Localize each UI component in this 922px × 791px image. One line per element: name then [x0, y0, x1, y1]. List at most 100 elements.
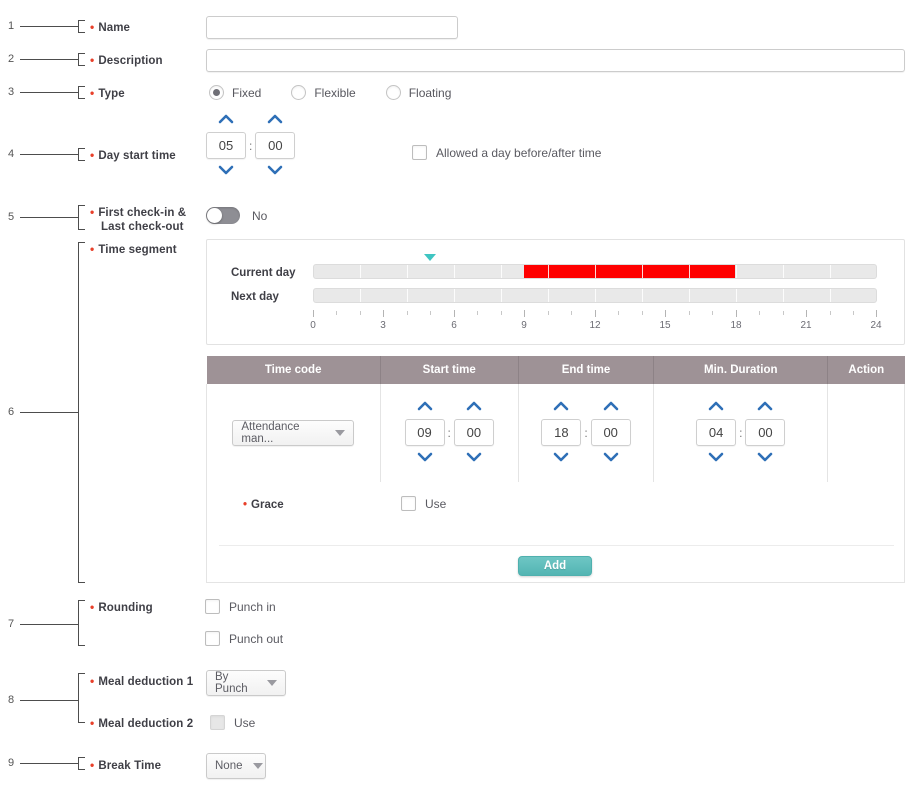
chevron-down-icon[interactable] [416, 451, 434, 465]
min-duration-minute-input[interactable]: 00 [745, 419, 786, 447]
start-time-minute-stepper[interactable]: 00 [453, 400, 494, 465]
allowed-day-before-after-checkbox[interactable]: Allowed a day before/after time [412, 145, 601, 160]
description-input[interactable] [206, 49, 905, 72]
chevron-down-icon [335, 429, 346, 436]
end-time-hour-input[interactable]: 18 [541, 419, 582, 447]
radio-icon-floating[interactable] [385, 85, 401, 100]
day-start-minute-stepper[interactable]: 00 [255, 113, 296, 178]
meal-deduction-2-use-checkbox[interactable]: Use [210, 715, 255, 730]
chevron-up-icon[interactable] [756, 400, 774, 414]
row-number-1: 1 [8, 20, 15, 32]
radio-label-floating: Floating [408, 85, 452, 100]
radio-icon-fixed[interactable] [209, 85, 224, 100]
chevron-up-icon[interactable] [707, 400, 725, 414]
start-time-hour-input[interactable]: 09 [404, 419, 445, 447]
chevron-up-icon[interactable] [217, 113, 235, 127]
chevron-down-icon[interactable] [552, 451, 570, 465]
radio-icon-flexible[interactable] [291, 85, 307, 100]
chevron-up-icon[interactable] [602, 400, 620, 414]
label-grace: • Grace [243, 499, 284, 511]
day-start-minute-input[interactable]: 00 [255, 132, 296, 159]
required-marker: • [90, 716, 95, 730]
row-number-6: 6 [8, 406, 15, 418]
toggle-switch-icon[interactable] [206, 207, 240, 224]
chevron-up-icon[interactable] [552, 400, 570, 414]
rounding-punch-out-label: Punch out [229, 631, 284, 646]
timeline-row-label-current-day: Current day [231, 267, 296, 279]
chevron-down-icon [252, 763, 263, 769]
bracket-8 [78, 673, 85, 723]
cell-action [827, 384, 905, 483]
checkbox-icon[interactable] [205, 599, 220, 614]
radio-option-flexible[interactable]: Flexible [291, 85, 356, 100]
axis-tick-label: 6 [451, 320, 457, 331]
chevron-down-icon[interactable] [217, 164, 235, 178]
min-duration-hour-stepper[interactable]: 04 [696, 400, 737, 465]
add-button[interactable]: Add [518, 556, 592, 576]
axis-tick-label: 15 [659, 320, 671, 331]
column-header-time-code: Time code [206, 356, 381, 384]
timeline-segment-current-day[interactable] [524, 265, 735, 278]
break-time-select[interactable]: None [206, 753, 266, 779]
end-time-hour-stepper[interactable]: 18 [541, 400, 582, 465]
required-marker: • [243, 499, 248, 511]
checkbox-icon[interactable] [205, 631, 220, 646]
break-time-value: None [215, 760, 243, 772]
chevron-down-icon[interactable] [707, 451, 725, 465]
toggle-knob [207, 208, 222, 223]
rounding-punch-in-checkbox[interactable]: Punch in [205, 599, 276, 614]
axis-tick-label: 9 [521, 320, 527, 331]
chevron-down-icon[interactable] [756, 451, 774, 465]
time-code-select[interactable]: Attendance man... [232, 419, 355, 446]
radio-label-fixed: Fixed [232, 85, 262, 100]
end-time-minute-input[interactable]: 00 [590, 419, 631, 447]
end-time-minute-stepper[interactable]: 00 [590, 400, 631, 465]
grace-section: • Grace Use Add [206, 482, 905, 583]
timeline-row-label-next-day: Next day [231, 291, 279, 303]
checkbox-icon[interactable] [401, 496, 416, 511]
chevron-down-icon [267, 680, 277, 686]
column-header-end-time: End time [517, 356, 655, 384]
day-start-hour-stepper[interactable]: 05 [206, 113, 246, 178]
rounding-punch-in-label: Punch in [229, 599, 276, 614]
label-break-time: • Break Time [90, 758, 162, 772]
row-number-5: 5 [8, 211, 15, 223]
timeline-track-current-day[interactable] [313, 264, 877, 279]
radio-option-fixed[interactable]: Fixed [209, 85, 261, 100]
meal-deduction-1-select[interactable]: By Punch [206, 670, 286, 696]
rounding-punch-out-checkbox[interactable]: Punch out [205, 631, 283, 646]
day-start-hour-input[interactable]: 05 [206, 132, 246, 159]
label-meal-deduction-1: • Meal deduction 1 [90, 674, 194, 688]
name-input[interactable] [206, 16, 458, 39]
min-duration-hour-input[interactable]: 04 [696, 419, 737, 447]
start-time-hour-stepper[interactable]: 09 [404, 400, 445, 465]
axis-tick-label: 12 [589, 320, 601, 331]
start-time-minute-input[interactable]: 00 [453, 419, 494, 447]
leader-line-9 [20, 763, 78, 764]
checkbox-icon[interactable] [210, 715, 225, 730]
first-last-check-toggle[interactable]: No [206, 207, 267, 224]
axis-tick-label: 3 [380, 320, 386, 331]
chevron-down-icon[interactable] [465, 451, 483, 465]
end-time-spinner: 18 : 00 [520, 385, 653, 481]
radio-label-flexible: Flexible [314, 85, 356, 100]
cell-min-duration: 04 : 00 [653, 384, 829, 483]
cell-time-code: Attendance man... [206, 384, 381, 483]
radio-option-floating[interactable]: Floating [385, 85, 452, 100]
chevron-down-icon[interactable] [266, 164, 284, 178]
timeline-track-next-day[interactable] [313, 288, 877, 303]
chevron-up-icon[interactable] [465, 400, 483, 414]
chevron-up-icon[interactable] [416, 400, 434, 414]
chevron-up-icon[interactable] [266, 113, 284, 127]
bracket-6 [78, 242, 85, 583]
leader-line-2 [20, 59, 78, 60]
checkbox-icon[interactable] [412, 145, 427, 160]
cell-end-time: 18 : 00 [517, 384, 655, 483]
day-start-marker-icon [424, 254, 436, 261]
grace-use-checkbox[interactable]: Use [401, 496, 446, 511]
min-duration-minute-stepper[interactable]: 00 [745, 400, 786, 465]
grace-use-label: Use [425, 496, 447, 511]
chevron-down-icon[interactable] [602, 451, 620, 465]
time-segment-table-panel: Time code Start time End time Min. Durat… [206, 356, 905, 583]
axis-tick-label: 21 [800, 320, 812, 331]
